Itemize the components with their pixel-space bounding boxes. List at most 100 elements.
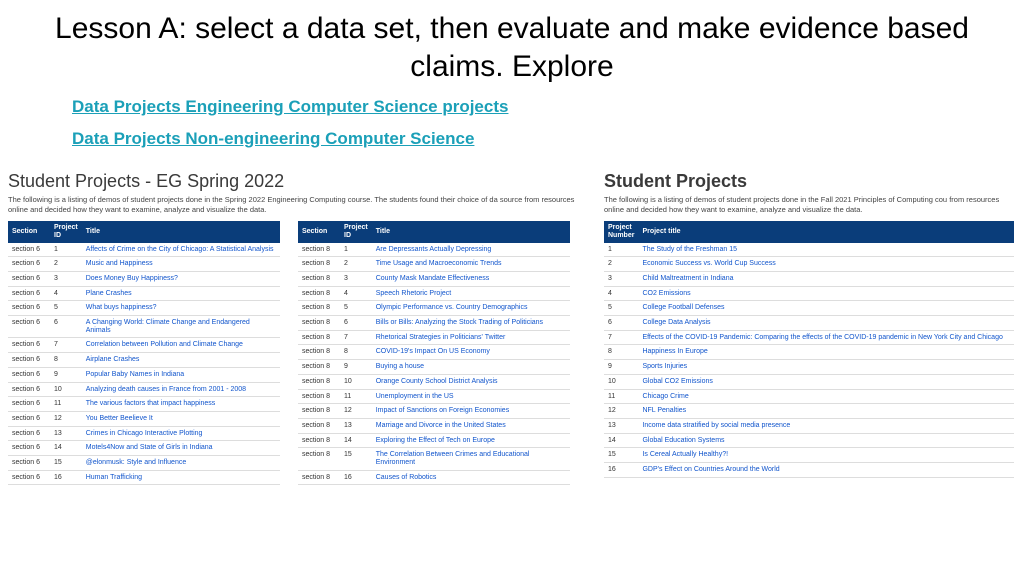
table-row: section 815The Correlation Between Crime… bbox=[298, 448, 570, 470]
cell-project-id: 10 bbox=[340, 374, 372, 389]
table-row: section 66A Changing World: Climate Chan… bbox=[8, 316, 280, 338]
cell-project-title[interactable]: Motels4Now and State of Girls in Indiana bbox=[82, 441, 280, 456]
cell-project-title[interactable]: Airplane Crashes bbox=[82, 353, 280, 368]
table-row: 3Child Maltreatment in Indiana bbox=[604, 272, 1014, 287]
page-title: Lesson A: select a data set, then evalua… bbox=[0, 0, 1024, 91]
cell-project-title[interactable]: Child Maltreatment in Indiana bbox=[638, 272, 1014, 287]
table-row: 9Sports Injuries bbox=[604, 360, 1014, 375]
cell-section: section 6 bbox=[8, 441, 50, 456]
cell-section: section 6 bbox=[8, 470, 50, 485]
cell-project-title[interactable]: The Study of the Freshman 15 bbox=[638, 243, 1014, 257]
cell-section: section 8 bbox=[298, 374, 340, 389]
cell-project-title[interactable]: The Correlation Between Crimes and Educa… bbox=[372, 448, 570, 470]
cell-project-title[interactable]: Income data stratified by social media p… bbox=[638, 418, 1014, 433]
cell-project-id: 3 bbox=[50, 272, 82, 287]
cell-project-title[interactable]: County Mask Mandate Effectiveness bbox=[372, 272, 570, 287]
cell-section: section 6 bbox=[8, 382, 50, 397]
table-row: 15Is Cereal Actually Healthy?! bbox=[604, 448, 1014, 463]
cell-section: section 8 bbox=[298, 448, 340, 470]
cell-project-title[interactable]: College Data Analysis bbox=[638, 316, 1014, 331]
cell-project-title[interactable]: Analyzing death causes in France from 20… bbox=[82, 382, 280, 397]
link-non-engineering-projects[interactable]: Data Projects Non-engineering Computer S… bbox=[72, 129, 1024, 149]
cell-project-title[interactable]: College Football Defenses bbox=[638, 301, 1014, 316]
cell-project-id: 3 bbox=[340, 272, 372, 287]
cell-project-id: 14 bbox=[50, 441, 82, 456]
table-row: section 814Exploring the Effect of Tech … bbox=[298, 433, 570, 448]
cell-section: section 8 bbox=[298, 360, 340, 375]
cell-project-title[interactable]: Plane Crashes bbox=[82, 286, 280, 301]
cell-project-id: 13 bbox=[50, 426, 82, 441]
cell-project-title[interactable]: Are Depressants Actually Depressing bbox=[372, 243, 570, 257]
table-row: section 68Airplane Crashes bbox=[8, 353, 280, 368]
table-row: section 69Popular Baby Names in Indiana bbox=[8, 367, 280, 382]
cell-project-title[interactable]: COVID-19's Impact On US Economy bbox=[372, 345, 570, 360]
cell-project-title[interactable]: Correlation between Pollution and Climat… bbox=[82, 338, 280, 353]
cell-project-title[interactable]: Bills or Bills: Analyzing the Stock Trad… bbox=[372, 316, 570, 331]
cell-project-title[interactable]: Human Trafficking bbox=[82, 470, 280, 485]
cell-project-title[interactable]: Orange County School District Analysis bbox=[372, 374, 570, 389]
cell-project-title[interactable]: Popular Baby Names in Indiana bbox=[82, 367, 280, 382]
cell-project-title[interactable]: Effects of the COVID-19 Pandemic: Compar… bbox=[638, 330, 1014, 345]
cell-project-title[interactable]: @elonmusk: Style and Influence bbox=[82, 455, 280, 470]
cell-project-title[interactable]: Affects of Crime on the City of Chicago:… bbox=[82, 243, 280, 257]
cell-project-title[interactable]: What buys happiness? bbox=[82, 301, 280, 316]
table-row: 16GDP's Effect on Countries Around the W… bbox=[604, 462, 1014, 477]
cell-project-title[interactable]: Marriage and Divorce in the United State… bbox=[372, 418, 570, 433]
cell-project-title[interactable]: Impact of Sanctions on Foreign Economies bbox=[372, 404, 570, 419]
cell-project-title[interactable]: Global Education Systems bbox=[638, 433, 1014, 448]
cell-project-id: 13 bbox=[340, 418, 372, 433]
panel-heading-left: Student Projects - EG Spring 2022 bbox=[8, 171, 588, 192]
table-row: section 87Rhetorical Strategies in Polit… bbox=[298, 330, 570, 345]
cell-project-id: 7 bbox=[50, 338, 82, 353]
cell-project-title[interactable]: Buying a house bbox=[372, 360, 570, 375]
cell-section: section 8 bbox=[298, 243, 340, 257]
th-section: Section bbox=[298, 221, 340, 242]
cell-project-title[interactable]: Crimes in Chicago Interactive Plotting bbox=[82, 426, 280, 441]
cell-project-title[interactable]: Rhetorical Strategies in Politicians' Tw… bbox=[372, 330, 570, 345]
cell-project-title[interactable]: Economic Success vs. World Cup Success bbox=[638, 257, 1014, 272]
cell-project-id: 2 bbox=[340, 257, 372, 272]
cell-project-title[interactable]: Chicago Crime bbox=[638, 389, 1014, 404]
cell-section: section 6 bbox=[8, 257, 50, 272]
cell-section: section 6 bbox=[8, 367, 50, 382]
cell-project-id: 12 bbox=[50, 411, 82, 426]
cell-project-id: 14 bbox=[340, 433, 372, 448]
cell-project-title[interactable]: Sports Injuries bbox=[638, 360, 1014, 375]
th-project-id: Project ID bbox=[340, 221, 372, 242]
table-row: 7Effects of the COVID-19 Pandemic: Compa… bbox=[604, 330, 1014, 345]
cell-project-title[interactable]: GDP's Effect on Countries Around the Wor… bbox=[638, 462, 1014, 477]
cell-section: section 8 bbox=[298, 286, 340, 301]
table-row: section 614Motels4Now and State of Girls… bbox=[8, 441, 280, 456]
table-row: 11Chicago Crime bbox=[604, 389, 1014, 404]
cell-section: section 8 bbox=[298, 330, 340, 345]
link-engineering-projects[interactable]: Data Projects Engineering Computer Scien… bbox=[72, 97, 1024, 117]
table-row: 10Global CO2 Emissions bbox=[604, 374, 1014, 389]
cell-project-title[interactable]: Time Usage and Macroeconomic Trends bbox=[372, 257, 570, 272]
cell-section: section 6 bbox=[8, 426, 50, 441]
cell-project-title[interactable]: Global CO2 Emissions bbox=[638, 374, 1014, 389]
cell-project-title[interactable]: Does Money Buy Happiness? bbox=[82, 272, 280, 287]
cell-section: section 8 bbox=[298, 257, 340, 272]
cell-project-title[interactable]: A Changing World: Climate Change and End… bbox=[82, 316, 280, 338]
cell-project-title[interactable]: Unemployment in the US bbox=[372, 389, 570, 404]
cell-project-title[interactable]: Olympic Performance vs. Country Demograp… bbox=[372, 301, 570, 316]
table-row: section 63Does Money Buy Happiness? bbox=[8, 272, 280, 287]
cell-project-title[interactable]: The various factors that impact happines… bbox=[82, 397, 280, 412]
cell-project-title[interactable]: Happiness In Europe bbox=[638, 345, 1014, 360]
cell-section: section 8 bbox=[298, 404, 340, 419]
cell-project-title[interactable]: Music and Happiness bbox=[82, 257, 280, 272]
cell-project-id: 7 bbox=[340, 330, 372, 345]
cell-project-title[interactable]: NFL Penalties bbox=[638, 404, 1014, 419]
cell-project-title[interactable]: Is Cereal Actually Healthy?! bbox=[638, 448, 1014, 463]
cell-section: section 8 bbox=[298, 418, 340, 433]
panel-heading-right: Student Projects bbox=[604, 171, 1014, 192]
table-section6: Section Project ID Title section 61Affec… bbox=[8, 221, 280, 485]
table-row: section 613Crimes in Chicago Interactive… bbox=[8, 426, 280, 441]
cell-project-title[interactable]: Speech Rhetoric Project bbox=[372, 286, 570, 301]
cell-project-title[interactable]: Exploring the Effect of Tech on Europe bbox=[372, 433, 570, 448]
cell-project-number: 11 bbox=[604, 389, 638, 404]
cell-project-title[interactable]: CO2 Emissions bbox=[638, 286, 1014, 301]
cell-project-title[interactable]: Causes of Robotics bbox=[372, 470, 570, 485]
cell-project-title[interactable]: You Better Beelieve It bbox=[82, 411, 280, 426]
table-row: section 616Human Trafficking bbox=[8, 470, 280, 485]
